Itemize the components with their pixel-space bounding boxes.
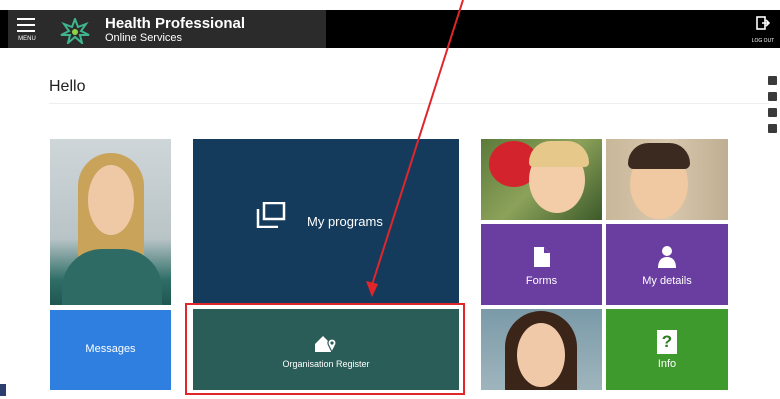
forms-tile[interactable]: Forms xyxy=(481,224,602,305)
menu-button[interactable]: MENU xyxy=(8,10,46,48)
side-utility-icons xyxy=(768,76,780,140)
photo-nurse xyxy=(50,139,171,305)
header-left: MENU Health Professional Online Services xyxy=(8,10,326,48)
forms-label: Forms xyxy=(525,275,558,287)
info-tile[interactable]: ? Info xyxy=(606,309,728,390)
info-label: Info xyxy=(657,358,677,370)
my-programs-label: My programs xyxy=(307,214,383,229)
star-logo-icon xyxy=(60,18,90,44)
chat-icon[interactable] xyxy=(768,108,777,117)
greeting: Hello xyxy=(49,78,86,95)
divider xyxy=(49,103,769,104)
photo-boy xyxy=(606,139,728,220)
hamburger-icon xyxy=(17,18,35,36)
plus-icon[interactable] xyxy=(768,124,777,133)
menu-label: MENU xyxy=(18,36,36,42)
my-programs-tile[interactable]: My programs xyxy=(193,139,459,305)
document-icon xyxy=(534,247,550,267)
my-details-tile[interactable]: My details xyxy=(606,224,728,305)
question-icon: ? xyxy=(657,330,677,354)
messages-label: Messages xyxy=(85,343,136,355)
user-icon[interactable] xyxy=(768,92,777,101)
logout-label: LOG OUT xyxy=(751,38,775,44)
top-bar: MENU Health Professional Online Services… xyxy=(0,10,780,48)
brand-title[interactable]: Health Professional xyxy=(105,15,245,32)
photo-girl xyxy=(481,139,602,220)
brand-subtitle: Online Services xyxy=(105,32,183,44)
copy-windows-icon xyxy=(256,202,286,228)
logout-icon xyxy=(756,16,770,30)
person-icon xyxy=(658,246,676,268)
print-icon[interactable] xyxy=(768,76,777,85)
photo-woman xyxy=(481,309,602,390)
messages-tile[interactable]: Messages xyxy=(50,310,171,390)
logout-button[interactable]: LOG OUT xyxy=(746,10,780,48)
my-details-label: My details xyxy=(642,275,692,287)
corner-mark xyxy=(0,384,6,396)
annotation-highlight-box xyxy=(185,303,465,395)
